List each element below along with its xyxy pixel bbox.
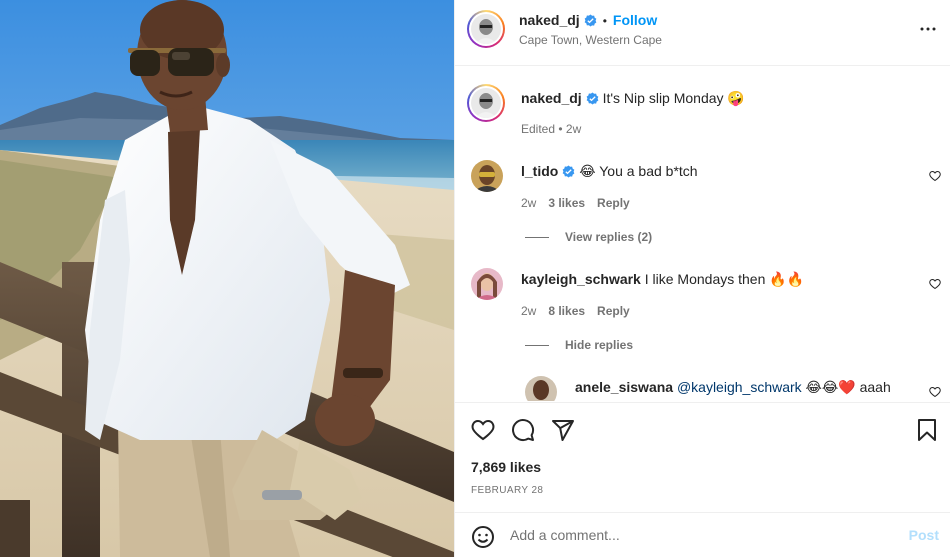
reply-text: 😂😂❤️ aaah — [801, 379, 891, 395]
reply-button[interactable]: Reply — [597, 304, 630, 318]
reply-button[interactable]: Reply — [597, 196, 630, 210]
avatar-image — [471, 14, 501, 44]
instagram-post-view: naked_dj • Follow Cape Town, Western Cape — [0, 0, 950, 557]
emoji-smiley-icon[interactable] — [471, 525, 495, 549]
author-avatar[interactable] — [467, 10, 505, 48]
post-photo[interactable] — [0, 0, 454, 557]
more-options-icon[interactable] — [919, 20, 937, 38]
avatar-image — [525, 376, 557, 401]
verified-badge-icon — [562, 165, 575, 178]
caption-text: It's Nip slip Monday 🤪 — [602, 90, 745, 106]
comment-meta: 2w 3 likes Reply — [521, 196, 630, 210]
like-comment-heart-icon[interactable] — [929, 386, 941, 398]
hide-replies-toggle[interactable]: Hide replies — [525, 338, 633, 352]
view-replies-label: View replies (2) — [565, 230, 653, 244]
avatar-image — [471, 268, 503, 300]
avatar-image — [471, 88, 501, 118]
replies-divider-line — [525, 237, 549, 239]
likes-count[interactable]: 7,869 likes — [471, 459, 541, 475]
reply-author-avatar[interactable] — [525, 376, 557, 401]
reply-mention-link[interactable]: @kayleigh_schwark — [677, 379, 802, 395]
comment-time: 2w — [521, 196, 537, 210]
post-date: FEBRUARY 28 — [471, 485, 544, 496]
reply-username[interactable]: anele_siswana — [575, 379, 673, 395]
separator-dot: • — [602, 14, 607, 28]
like-heart-icon[interactable] — [471, 418, 495, 442]
comment-likes[interactable]: 8 likes — [548, 304, 585, 318]
hide-replies-label: Hide replies — [565, 338, 634, 352]
caption-username[interactable]: naked_dj — [521, 90, 582, 106]
post-location[interactable]: Cape Town, Western Cape — [519, 33, 662, 47]
comments-list[interactable]: naked_dj It's Nip slip Monday 🤪 Edited •… — [455, 67, 950, 401]
add-comment-bar: Post — [455, 512, 950, 557]
commenter-avatar[interactable] — [471, 160, 503, 192]
comment-likes[interactable]: 3 likes — [548, 196, 585, 210]
verified-badge-icon — [584, 14, 597, 27]
post-actions: 7,869 likes FEBRUARY 28 — [455, 402, 950, 512]
comment-time: 2w — [521, 304, 537, 318]
caption-meta: Edited • 2w — [521, 122, 582, 136]
follow-button[interactable]: Follow — [613, 12, 657, 28]
commenter-username[interactable]: l_tido — [521, 163, 558, 179]
view-replies-toggle[interactable]: View replies (2) — [525, 230, 652, 244]
comment-bubble-icon[interactable] — [511, 418, 535, 442]
post-details-panel: naked_dj • Follow Cape Town, Western Cape — [454, 0, 950, 557]
caption-author-avatar[interactable] — [467, 84, 505, 122]
post-comment-button[interactable]: Post — [909, 527, 939, 543]
comment-input[interactable] — [510, 525, 890, 545]
avatar-image — [471, 160, 503, 192]
commenter-username[interactable]: kayleigh_schwark — [521, 271, 641, 287]
comment-meta: 2w 8 likes Reply — [521, 304, 630, 318]
post-header: naked_dj • Follow Cape Town, Western Cape — [455, 0, 950, 66]
replies-divider-line — [525, 345, 549, 347]
author-username[interactable]: naked_dj — [519, 12, 580, 28]
share-paper-plane-icon[interactable] — [551, 418, 575, 442]
like-comment-heart-icon[interactable] — [929, 278, 941, 290]
save-bookmark-icon[interactable] — [916, 418, 938, 442]
comment-text: 😂 You a bad b*tch — [579, 163, 698, 179]
comment-text: I like Mondays then 🔥🔥 — [644, 271, 805, 287]
beach-portrait-image — [0, 0, 454, 557]
verified-badge-icon — [586, 92, 599, 105]
like-comment-heart-icon[interactable] — [929, 170, 941, 182]
commenter-avatar[interactable] — [471, 268, 503, 300]
